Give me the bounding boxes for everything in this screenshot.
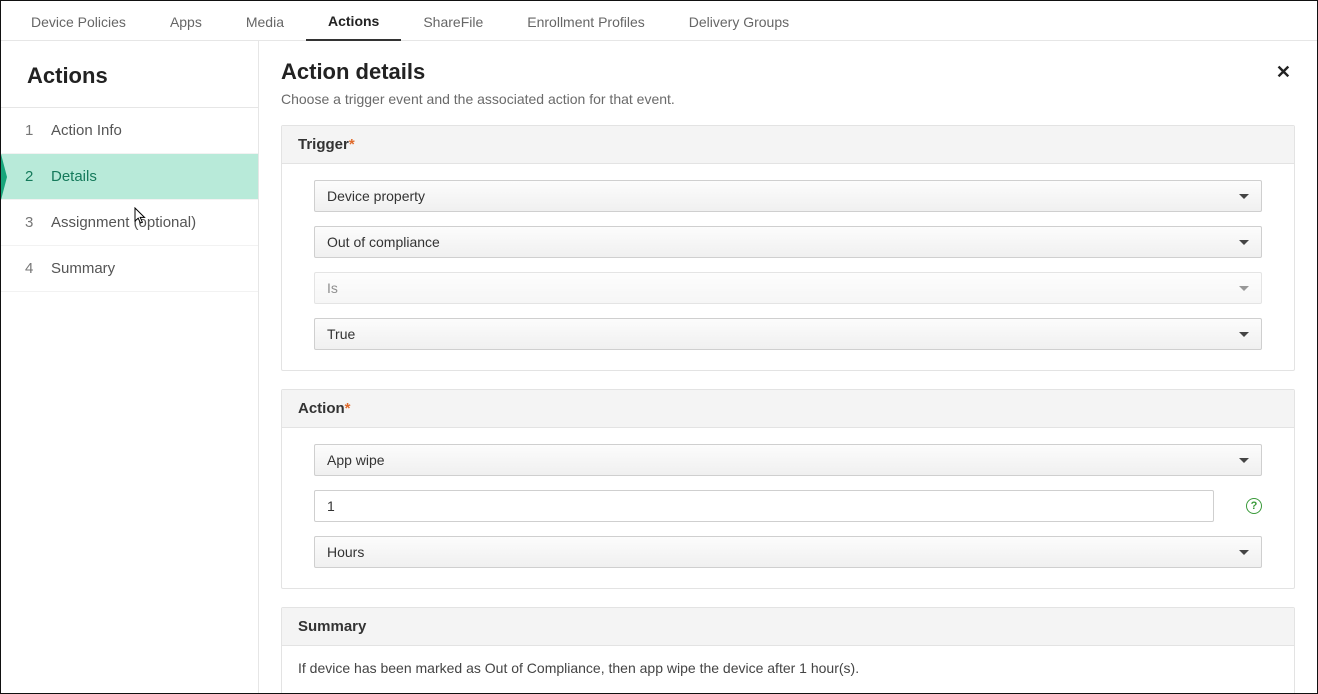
trigger-value-value: True bbox=[327, 326, 355, 342]
step-summary[interactable]: 4 Summary bbox=[1, 246, 258, 292]
tab-actions[interactable]: Actions bbox=[306, 3, 401, 41]
required-asterisk: * bbox=[349, 136, 355, 153]
summary-text: If device has been marked as Out of Comp… bbox=[282, 646, 1294, 693]
step-action-info[interactable]: 1 Action Info bbox=[1, 108, 258, 154]
action-heading: Action* bbox=[282, 390, 1294, 428]
action-type-value: App wipe bbox=[327, 452, 385, 468]
wizard-sidebar: Actions 1 Action Info 2 Details 3 Assign… bbox=[1, 41, 259, 693]
close-button[interactable]: ✕ bbox=[1272, 59, 1295, 85]
tab-apps[interactable]: Apps bbox=[148, 4, 224, 40]
step-label: Action Info bbox=[51, 122, 122, 139]
tab-sharefile[interactable]: ShareFile bbox=[401, 4, 505, 40]
action-panel: Action* App wipe ? H bbox=[281, 389, 1295, 589]
tab-enrollment-profiles[interactable]: Enrollment Profiles bbox=[505, 4, 667, 40]
trigger-heading: Trigger* bbox=[282, 126, 1294, 164]
tab-media[interactable]: Media bbox=[224, 4, 306, 40]
required-asterisk: * bbox=[345, 400, 351, 417]
step-details[interactable]: 2 Details bbox=[1, 154, 258, 200]
main-content: Action details Choose a trigger event an… bbox=[259, 41, 1317, 693]
action-heading-text: Action bbox=[298, 400, 345, 417]
trigger-panel: Trigger* Device property Out of complian… bbox=[281, 125, 1295, 371]
chevron-down-icon bbox=[1239, 194, 1249, 199]
chevron-down-icon bbox=[1239, 240, 1249, 245]
step-assignment[interactable]: 3 Assignment (optional) bbox=[1, 200, 258, 246]
action-type-select[interactable]: App wipe bbox=[314, 444, 1262, 476]
chevron-down-icon bbox=[1239, 550, 1249, 555]
trigger-operator-select: Is bbox=[314, 272, 1262, 304]
chevron-down-icon bbox=[1239, 286, 1249, 291]
page-subtitle: Choose a trigger event and the associate… bbox=[281, 91, 675, 107]
top-nav: Device Policies Apps Media Actions Share… bbox=[1, 1, 1317, 41]
trigger-property-select[interactable]: Out of compliance bbox=[314, 226, 1262, 258]
tab-device-policies[interactable]: Device Policies bbox=[9, 4, 148, 40]
help-icon[interactable]: ? bbox=[1246, 498, 1262, 514]
page-title: Action details bbox=[281, 59, 675, 85]
step-number: 2 bbox=[25, 168, 43, 185]
step-number: 1 bbox=[25, 122, 43, 139]
action-delay-unit-select[interactable]: Hours bbox=[314, 536, 1262, 568]
action-delay-input[interactable] bbox=[314, 490, 1214, 522]
trigger-operator-value: Is bbox=[327, 280, 338, 296]
chevron-down-icon bbox=[1239, 458, 1249, 463]
trigger-value-select[interactable]: True bbox=[314, 318, 1262, 350]
step-label: Details bbox=[51, 168, 97, 185]
chevron-down-icon bbox=[1239, 332, 1249, 337]
step-label: Summary bbox=[51, 260, 115, 277]
summary-heading: Summary bbox=[282, 608, 1294, 646]
sidebar-title: Actions bbox=[1, 41, 258, 108]
trigger-property-value: Out of compliance bbox=[327, 234, 440, 250]
trigger-type-select[interactable]: Device property bbox=[314, 180, 1262, 212]
trigger-type-value: Device property bbox=[327, 188, 425, 204]
step-number: 4 bbox=[25, 260, 43, 277]
summary-panel: Summary If device has been marked as Out… bbox=[281, 607, 1295, 693]
step-label: Assignment (optional) bbox=[51, 214, 196, 231]
tab-delivery-groups[interactable]: Delivery Groups bbox=[667, 4, 811, 40]
action-delay-unit-value: Hours bbox=[327, 544, 364, 560]
step-number: 3 bbox=[25, 214, 43, 231]
trigger-heading-text: Trigger bbox=[298, 136, 349, 153]
